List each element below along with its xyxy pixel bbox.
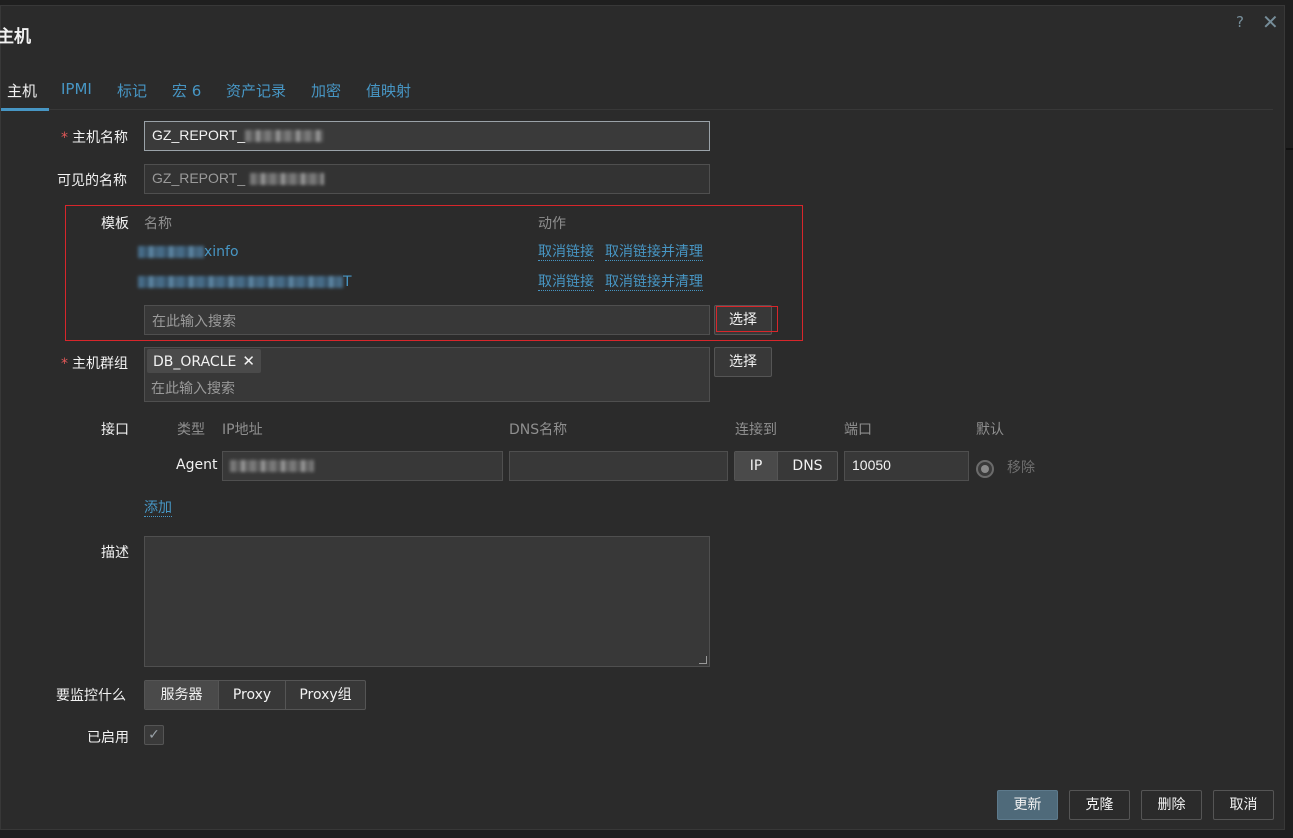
tab-encryption[interactable]: 加密 (311, 80, 341, 101)
delete-button[interactable]: 删除 (1141, 790, 1202, 820)
required-mark: * (61, 130, 68, 146)
interface-port-input[interactable]: 10050 (844, 451, 969, 481)
template-search-placeholder: 在此输入搜索 (152, 313, 236, 329)
templates-label: 模板 (101, 216, 129, 232)
visible-name-label: 可见的名称 (57, 173, 127, 189)
monitored-by-server[interactable]: 服务器 (145, 681, 218, 709)
connect-ip-option[interactable]: IP (735, 452, 777, 480)
tab-bar: 主机 IPMI 标记 宏 6 资产记录 加密 值映射 (1, 76, 1273, 111)
host-name-label-text: 主机名称 (72, 130, 128, 146)
interface-port-value: 10050 (852, 457, 891, 473)
tab-value-mapping[interactable]: 值映射 (366, 80, 411, 101)
update-button[interactable]: 更新 (997, 790, 1058, 820)
interface-col-default: 默认 (976, 422, 1004, 438)
template-col-action: 动作 (538, 216, 566, 232)
required-mark: * (61, 356, 68, 372)
select-button-highlight (716, 306, 778, 332)
close-icon[interactable]: ✕ (1262, 10, 1279, 34)
host-name-label: * 主机名称 (61, 127, 128, 147)
tab-ipmi[interactable]: IPMI (61, 80, 92, 98)
remove-tag-icon[interactable]: ✕ (242, 352, 255, 370)
help-icon[interactable]: ? (1236, 13, 1244, 31)
enabled-checkbox[interactable]: ✓ (144, 725, 164, 745)
cancel-button[interactable]: 取消 (1213, 790, 1274, 820)
tab-macros[interactable]: 宏 6 (172, 80, 201, 101)
unlink-link[interactable]: 取消链接 (538, 244, 594, 261)
tab-tags[interactable]: 标记 (117, 80, 147, 101)
unlink-link[interactable]: 取消链接 (538, 274, 594, 291)
interface-col-connect: 连接到 (735, 422, 777, 438)
connect-dns-option[interactable]: DNS (777, 452, 837, 480)
host-groups-label-text: 主机群组 (72, 356, 128, 372)
monitored-by-toggle: 服务器 Proxy Proxy组 (144, 680, 366, 710)
unlink-clear-link[interactable]: 取消链接并清理 (605, 244, 703, 261)
resize-handle[interactable] (699, 656, 707, 664)
redacted-text (138, 276, 343, 288)
interface-dns-input[interactable] (509, 451, 728, 481)
host-group-tag: DB_ORACLE ✕ (147, 349, 261, 373)
template-search-input[interactable]: 在此输入搜索 (144, 305, 710, 335)
remove-interface-link[interactable]: 移除 (1007, 457, 1035, 477)
host-groups-search-placeholder: 在此输入搜索 (151, 381, 235, 397)
description-label: 描述 (101, 545, 129, 561)
redacted-text (250, 173, 325, 186)
active-tab-indicator (1, 108, 49, 111)
default-interface-radio[interactable] (976, 460, 994, 478)
visible-name-input[interactable]: GZ_REPORT_ (144, 164, 710, 194)
unlink-clear-link[interactable]: 取消链接并清理 (605, 274, 703, 291)
template-link[interactable]: xinfo (138, 244, 239, 260)
interface-col-port: 端口 (844, 422, 872, 438)
enabled-label: 已启用 (87, 730, 129, 746)
host-groups-select-button[interactable]: 选择 (714, 347, 772, 377)
connect-to-toggle: IP DNS (734, 451, 838, 481)
add-interface-link[interactable]: 添加 (144, 500, 172, 517)
host-name-input[interactable]: GZ_REPORT_ (144, 121, 710, 151)
tab-inventory[interactable]: 资产记录 (226, 80, 286, 101)
host-name-value: GZ_REPORT_ (152, 127, 246, 143)
host-group-tag-text: DB_ORACLE (153, 354, 237, 370)
host-dialog: 主机 ? ✕ 主机 IPMI 标记 宏 6 资产记录 加密 值映射 * 主机名称 … (0, 5, 1285, 830)
interface-col-dns: DNS名称 (509, 422, 568, 438)
redacted-text (138, 246, 204, 258)
interface-ip-input[interactable] (222, 451, 503, 481)
interfaces-label: 接口 (101, 422, 129, 438)
monitored-by-proxy[interactable]: Proxy (218, 681, 285, 709)
redacted-text (230, 460, 314, 473)
visible-name-value: GZ_REPORT_ (152, 170, 246, 186)
template-name-suffix: T (343, 274, 352, 290)
monitored-by-label: 要监控什么 (56, 688, 126, 704)
tab-host[interactable]: 主机 (7, 80, 37, 101)
host-groups-label: * 主机群组 (61, 353, 128, 373)
monitored-by-proxy-group[interactable]: Proxy组 (285, 681, 365, 709)
template-link[interactable]: T (138, 274, 352, 290)
interface-col-ip: IP地址 (222, 422, 263, 438)
interface-col-type: 类型 (177, 422, 205, 438)
description-textarea[interactable] (144, 536, 710, 667)
template-name-suffix: xinfo (204, 244, 239, 260)
template-col-name: 名称 (144, 216, 172, 232)
background-divider (1286, 148, 1293, 150)
redacted-text (245, 130, 324, 143)
dialog-title: 主机 (0, 27, 31, 47)
interface-type: Agent (176, 457, 218, 473)
clone-button[interactable]: 克隆 (1069, 790, 1130, 820)
